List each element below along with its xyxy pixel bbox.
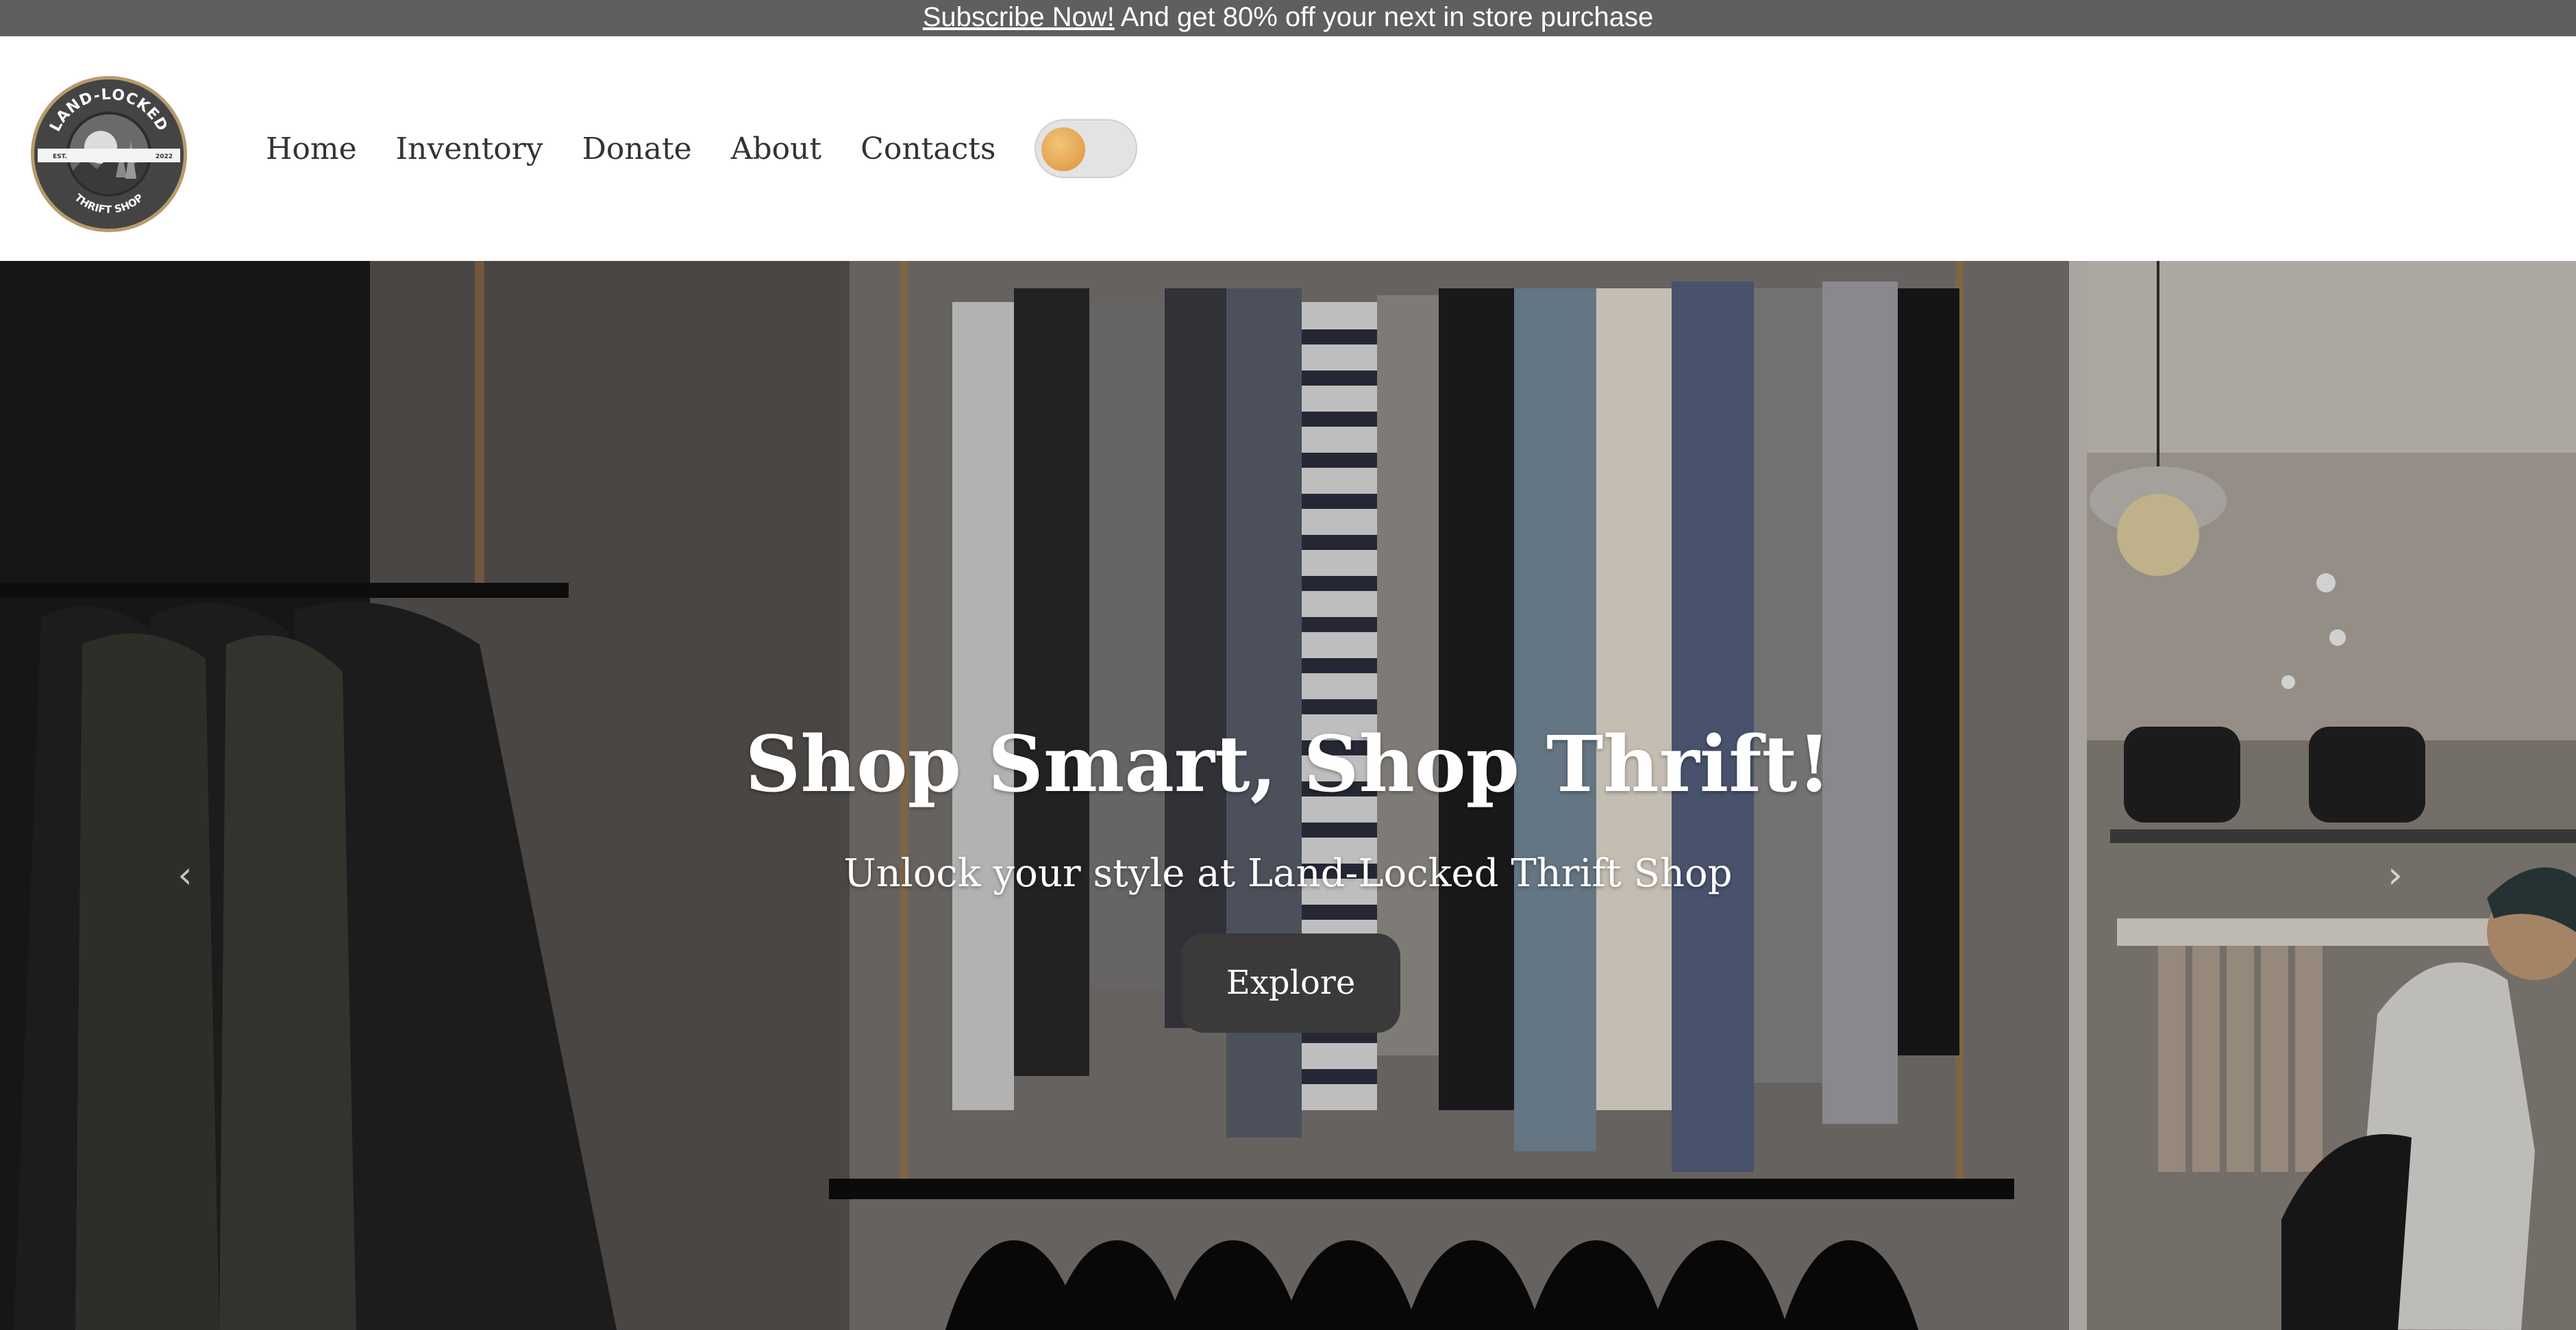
nav-donate[interactable]: Donate <box>582 131 692 166</box>
logo[interactable]: EST. 2022 LAND-LOCKED THRIFT SHOP <box>29 75 188 234</box>
site-header: EST. 2022 LAND-LOCKED THRIFT SHOP Home I… <box>0 36 2576 261</box>
logo-badge-icon: EST. 2022 LAND-LOCKED THRIFT SHOP <box>31 76 187 232</box>
hero-carousel: ‹ › Shop Smart, Shop Thrift! Unlock your… <box>0 261 2576 1330</box>
announcement-message: And get 80% off your next in store purch… <box>1114 2 1654 32</box>
nav-about[interactable]: About <box>731 131 821 166</box>
logo-est-label: EST. <box>53 153 67 160</box>
subscribe-link[interactable]: Subscribe Now! <box>923 2 1115 32</box>
announcement-bar: Subscribe Now! And get 80% off your next… <box>0 0 2576 36</box>
hero-title: Shop Smart, Shop Thrift! <box>745 720 1831 810</box>
hero-subtitle: Unlock your style at Land-Locked Thrift … <box>843 851 1733 896</box>
logo-year: 2022 <box>156 153 173 160</box>
main-nav: Home Inventory Donate About Contacts <box>266 36 1138 261</box>
explore-button[interactable]: Explore <box>1181 933 1400 1033</box>
nav-inventory[interactable]: Inventory <box>396 131 543 166</box>
nav-home[interactable]: Home <box>266 131 357 166</box>
nav-contacts[interactable]: Contacts <box>860 131 995 166</box>
theme-toggle[interactable] <box>1035 119 1138 178</box>
toggle-knob <box>1041 127 1086 171</box>
